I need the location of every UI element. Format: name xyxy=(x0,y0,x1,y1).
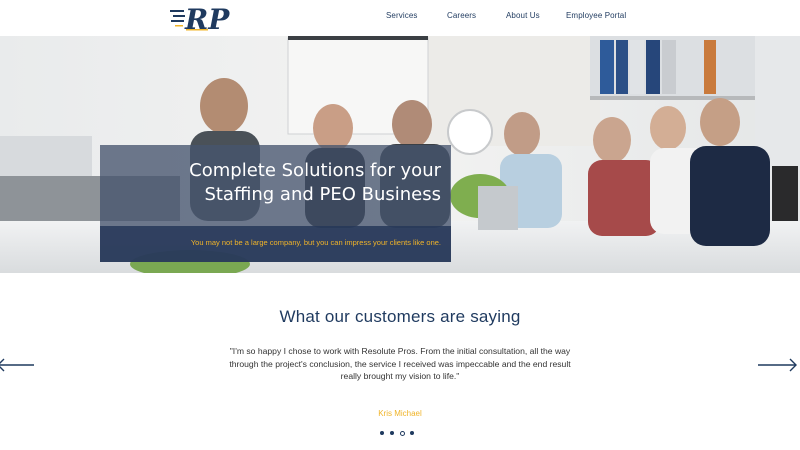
hero-subtitle: You may not be a large company, but you … xyxy=(190,238,441,247)
nav-employee-portal[interactable]: Employee Portal xyxy=(566,11,626,20)
hero-title: Complete Solutions for your Staffing and… xyxy=(141,159,441,207)
hero-subtitle-band: You may not be a large company, but you … xyxy=(100,226,451,262)
carousel-dot[interactable] xyxy=(390,431,394,435)
carousel-dot-active[interactable] xyxy=(400,431,405,436)
hero-title-line1: Complete Solutions for your xyxy=(189,160,441,181)
arrow-right-icon[interactable] xyxy=(758,357,798,373)
nav-services[interactable]: Services xyxy=(386,11,417,20)
carousel-dot[interactable] xyxy=(380,431,384,435)
site-header: RP Services Careers About Us Employee Po… xyxy=(0,0,800,36)
page: RP Services Careers About Us Employee Po… xyxy=(0,0,800,450)
hero-banner: Complete Solutions for your Staffing and… xyxy=(0,36,800,273)
main-nav: Services Careers About Us Employee Porta… xyxy=(0,11,800,25)
nav-about-us[interactable]: About Us xyxy=(506,11,540,20)
arrow-left-icon[interactable] xyxy=(0,357,34,373)
carousel-dot[interactable] xyxy=(410,431,414,435)
testimonials-heading: What our customers are saying xyxy=(279,307,521,326)
carousel-dots xyxy=(378,430,422,438)
hero-text-panel: Complete Solutions for your Staffing and… xyxy=(100,145,451,262)
nav-careers[interactable]: Careers xyxy=(447,11,476,20)
testimonial-quote: "I'm so happy I chose to work with Resol… xyxy=(229,346,571,381)
testimonial-author: Kris Michael xyxy=(378,409,422,418)
testimonials-section: What our customers are saying "I'm so ha… xyxy=(0,273,800,450)
hero-title-line2: Staffing and PEO Business xyxy=(204,184,441,205)
